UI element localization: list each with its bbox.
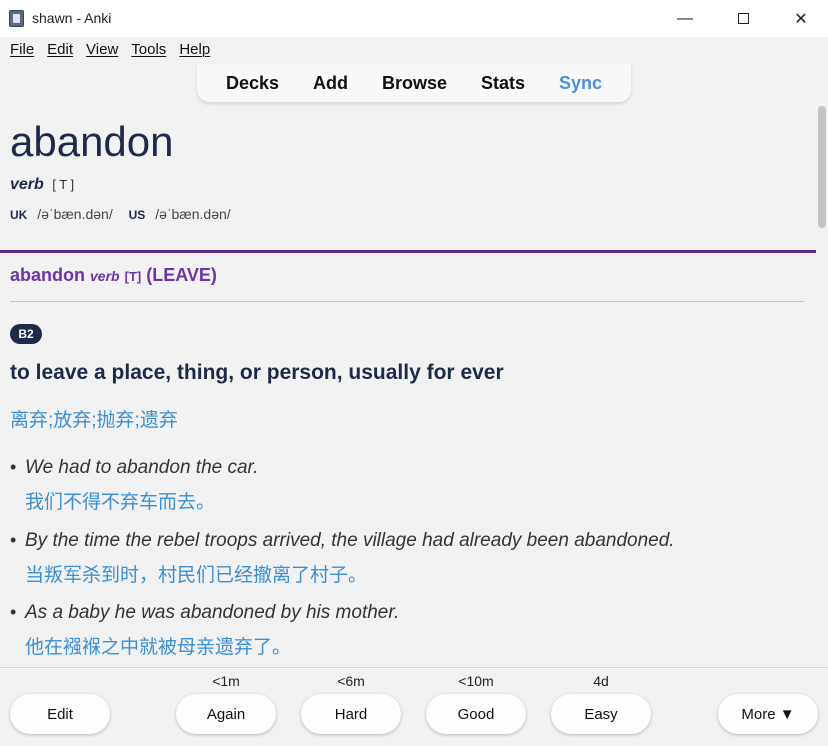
good-timing: <10m [458, 673, 494, 689]
scrollbar-thumb[interactable] [818, 106, 826, 228]
example-chinese: 当叛军杀到时，村民们已经撤离了村子。 [25, 565, 368, 586]
example-chinese: 我们不得不弃车而去。 [25, 492, 216, 513]
grammar-code: [ T ] [52, 177, 75, 192]
hard-timing: <6m [337, 673, 365, 689]
level-badge: B2 [10, 324, 42, 344]
sense-pos: verb [90, 268, 120, 284]
more-button[interactable]: More ▼ [718, 694, 818, 734]
toolbar-stats[interactable]: Stats [481, 73, 525, 94]
example-english: By the time the rebel troops arrived, th… [25, 530, 675, 551]
headword: abandon [10, 118, 174, 165]
answer-bar: Edit <1m Again <6m Hard <10m Good 4d Eas… [0, 667, 828, 746]
easy-button[interactable]: Easy [551, 694, 651, 734]
card-content: abandon verb [ T ] UK /əˈbæn.dən/ US /əˈ… [0, 104, 816, 666]
toolbar-add[interactable]: Add [313, 73, 348, 94]
vertical-scrollbar[interactable] [816, 104, 828, 666]
main-toolbar: Decks Add Browse Stats Sync [197, 64, 631, 102]
sense-guideword: (LEAVE) [146, 265, 217, 285]
bullet-icon: • [10, 457, 17, 477]
sense-heading: abandon verb [T] (LEAVE) [10, 265, 217, 286]
maximize-icon [737, 13, 749, 24]
menu-view[interactable]: View [86, 41, 118, 58]
example-chinese: 他在襁褓之中就被母亲遗弃了。 [25, 637, 292, 658]
sense-word: abandon [10, 265, 85, 285]
toolbar-sync[interactable]: Sync [559, 73, 602, 94]
menu-bar: File Edit View Tools Help [0, 37, 828, 62]
toolbar-decks[interactable]: Decks [226, 73, 279, 94]
maximize-button[interactable] [714, 0, 772, 37]
close-button[interactable]: ✕ [772, 0, 828, 37]
uk-label: UK [10, 208, 28, 222]
sense-grammar: [T] [124, 269, 142, 284]
good-button[interactable]: Good [426, 694, 526, 734]
menu-file[interactable]: File [10, 41, 34, 58]
close-icon: ✕ [794, 10, 808, 28]
part-of-speech-line: verb [ T ] [10, 176, 74, 194]
us-label: US [128, 208, 146, 222]
menu-tools[interactable]: Tools [131, 41, 166, 58]
definition: to leave a place, thing, or person, usua… [10, 361, 504, 384]
example-english: As a baby he was abandoned by his mother… [25, 602, 400, 623]
pronunciation-line: UK /əˈbæn.dən/ US /əˈbæn.dən/ [10, 206, 243, 222]
easy-timing: 4d [593, 673, 609, 689]
title-bar: shawn - Anki — ✕ [0, 0, 828, 37]
again-button[interactable]: Again [176, 694, 276, 734]
minimize-button[interactable]: — [656, 0, 714, 37]
example-english: We had to abandon the car. [25, 457, 259, 478]
menu-help[interactable]: Help [179, 41, 210, 58]
edit-button[interactable]: Edit [10, 694, 110, 734]
minimize-icon: — [677, 9, 693, 27]
hard-button[interactable]: Hard [301, 694, 401, 734]
menu-edit[interactable]: Edit [47, 41, 73, 58]
window-title: shawn - Anki [32, 10, 112, 26]
section-divider [0, 250, 816, 253]
anki-app-icon [9, 10, 24, 27]
definition-translation: 离弃;放弃;抛弃;遗弃 [10, 410, 178, 431]
bullet-icon: • [10, 602, 17, 622]
sense-divider [10, 301, 804, 302]
us-pronunciation: /əˈbæn.dən/ [155, 206, 231, 222]
uk-pronunciation: /əˈbæn.dən/ [37, 206, 113, 222]
again-timing: <1m [212, 673, 240, 689]
bullet-icon: • [10, 530, 17, 550]
toolbar-browse[interactable]: Browse [382, 73, 447, 94]
part-of-speech: verb [10, 176, 44, 193]
